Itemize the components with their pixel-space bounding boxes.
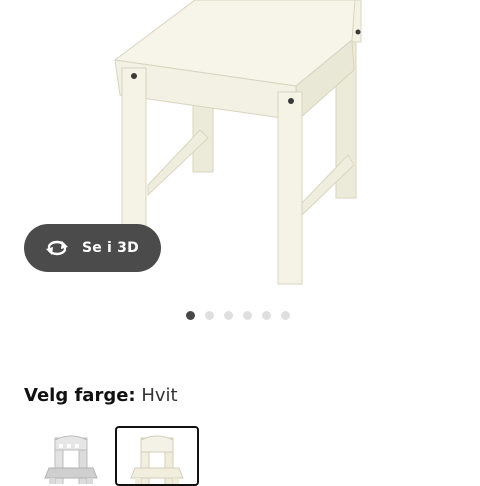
chair-thumbnail-white [130, 435, 184, 484]
chair-thumbnail-grey [44, 435, 98, 484]
color-picker-value: Hvit [141, 385, 178, 406]
view-3d-button[interactable]: Se i 3D [24, 224, 161, 272]
carousel-dot-2[interactable] [205, 311, 214, 320]
carousel-dot-1[interactable] [186, 311, 195, 320]
carousel-dot-4[interactable] [243, 311, 252, 320]
carousel-dots [186, 311, 290, 320]
color-swatch-white[interactable] [115, 426, 199, 486]
color-picker-key: Velg farge: [24, 385, 136, 406]
carousel-dot-3[interactable] [224, 311, 233, 320]
carousel-dot-5[interactable] [262, 311, 271, 320]
carousel-dot-6[interactable] [281, 311, 290, 320]
color-swatch-grey[interactable] [29, 426, 113, 486]
view-3d-label: Se i 3D [82, 240, 139, 256]
color-picker-label: Velg farge: Hvit [24, 385, 178, 406]
rotate-3d-icon [44, 238, 70, 258]
